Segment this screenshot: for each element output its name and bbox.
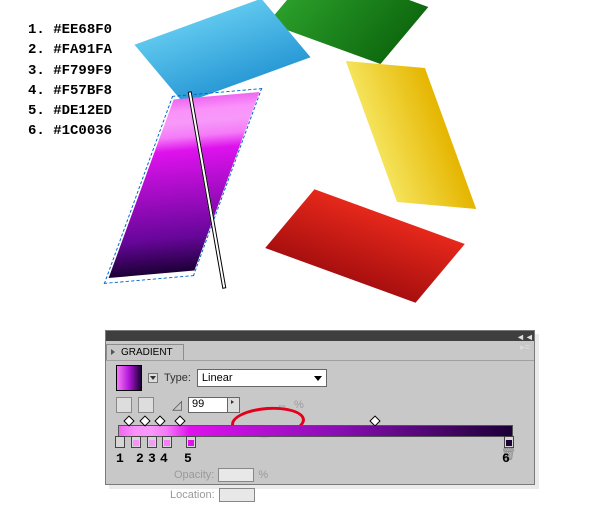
ribbon-segment-red bbox=[265, 189, 465, 302]
aspect-unit: % bbox=[294, 399, 304, 411]
canvas-artwork bbox=[150, 0, 450, 320]
ribbon-segment-purple-selected[interactable] bbox=[109, 92, 260, 278]
gradient-ramp[interactable]: 🗑 bbox=[118, 425, 513, 437]
type-label: Type: bbox=[164, 372, 191, 384]
gradient-bar[interactable] bbox=[118, 425, 513, 437]
midpoint-stop[interactable] bbox=[123, 415, 134, 426]
panel-flyout-icon[interactable]: ◄◄ ▸≡ bbox=[516, 332, 530, 340]
color-stop-3[interactable] bbox=[147, 436, 157, 448]
stop-number-labels: 1 2 3 4 5 6 bbox=[118, 451, 513, 465]
angle-icon: ◿ bbox=[172, 397, 182, 413]
midpoint-stop[interactable] bbox=[369, 415, 380, 426]
color-stop-1[interactable] bbox=[115, 436, 125, 448]
aspect-ratio-icon: ⇔ bbox=[276, 398, 288, 412]
tab-gradient[interactable]: GRADIENT bbox=[106, 344, 184, 360]
angle-input[interactable]: 99 bbox=[188, 397, 228, 413]
gradient-swatch-dropdown[interactable] bbox=[148, 373, 158, 383]
midpoint-stop[interactable] bbox=[139, 415, 150, 426]
location-label: Location: bbox=[170, 489, 215, 501]
panel-header-bar[interactable]: ◄◄ ▸≡ bbox=[106, 331, 534, 341]
opacity-input[interactable] bbox=[218, 468, 254, 482]
midpoint-stop[interactable] bbox=[174, 415, 185, 426]
ribbon-segment-yellow bbox=[346, 61, 476, 209]
gradient-type-select[interactable]: Linear bbox=[197, 369, 327, 387]
reverse-gradient-icon[interactable] bbox=[116, 397, 132, 413]
angle-stepper[interactable] bbox=[228, 397, 240, 413]
color-stop-4[interactable] bbox=[162, 436, 172, 448]
gradient-fill-swatch[interactable] bbox=[116, 365, 142, 391]
opacity-label: Opacity: bbox=[174, 469, 214, 481]
color-stop-5[interactable] bbox=[186, 436, 196, 448]
midpoint-stop[interactable] bbox=[155, 415, 166, 426]
gradient-panel: ◄◄ ▸≡ GRADIENT Type: Linear ◿ 99 ⇔ % bbox=[105, 330, 535, 485]
color-legend: 1. #EE68F0 2. #FA91FA 3. #F799F9 4. #F57… bbox=[28, 20, 112, 142]
stroke-gradient-icon[interactable] bbox=[138, 397, 154, 413]
panel-tab-strip: GRADIENT bbox=[106, 341, 534, 361]
color-stop-2[interactable] bbox=[131, 436, 141, 448]
